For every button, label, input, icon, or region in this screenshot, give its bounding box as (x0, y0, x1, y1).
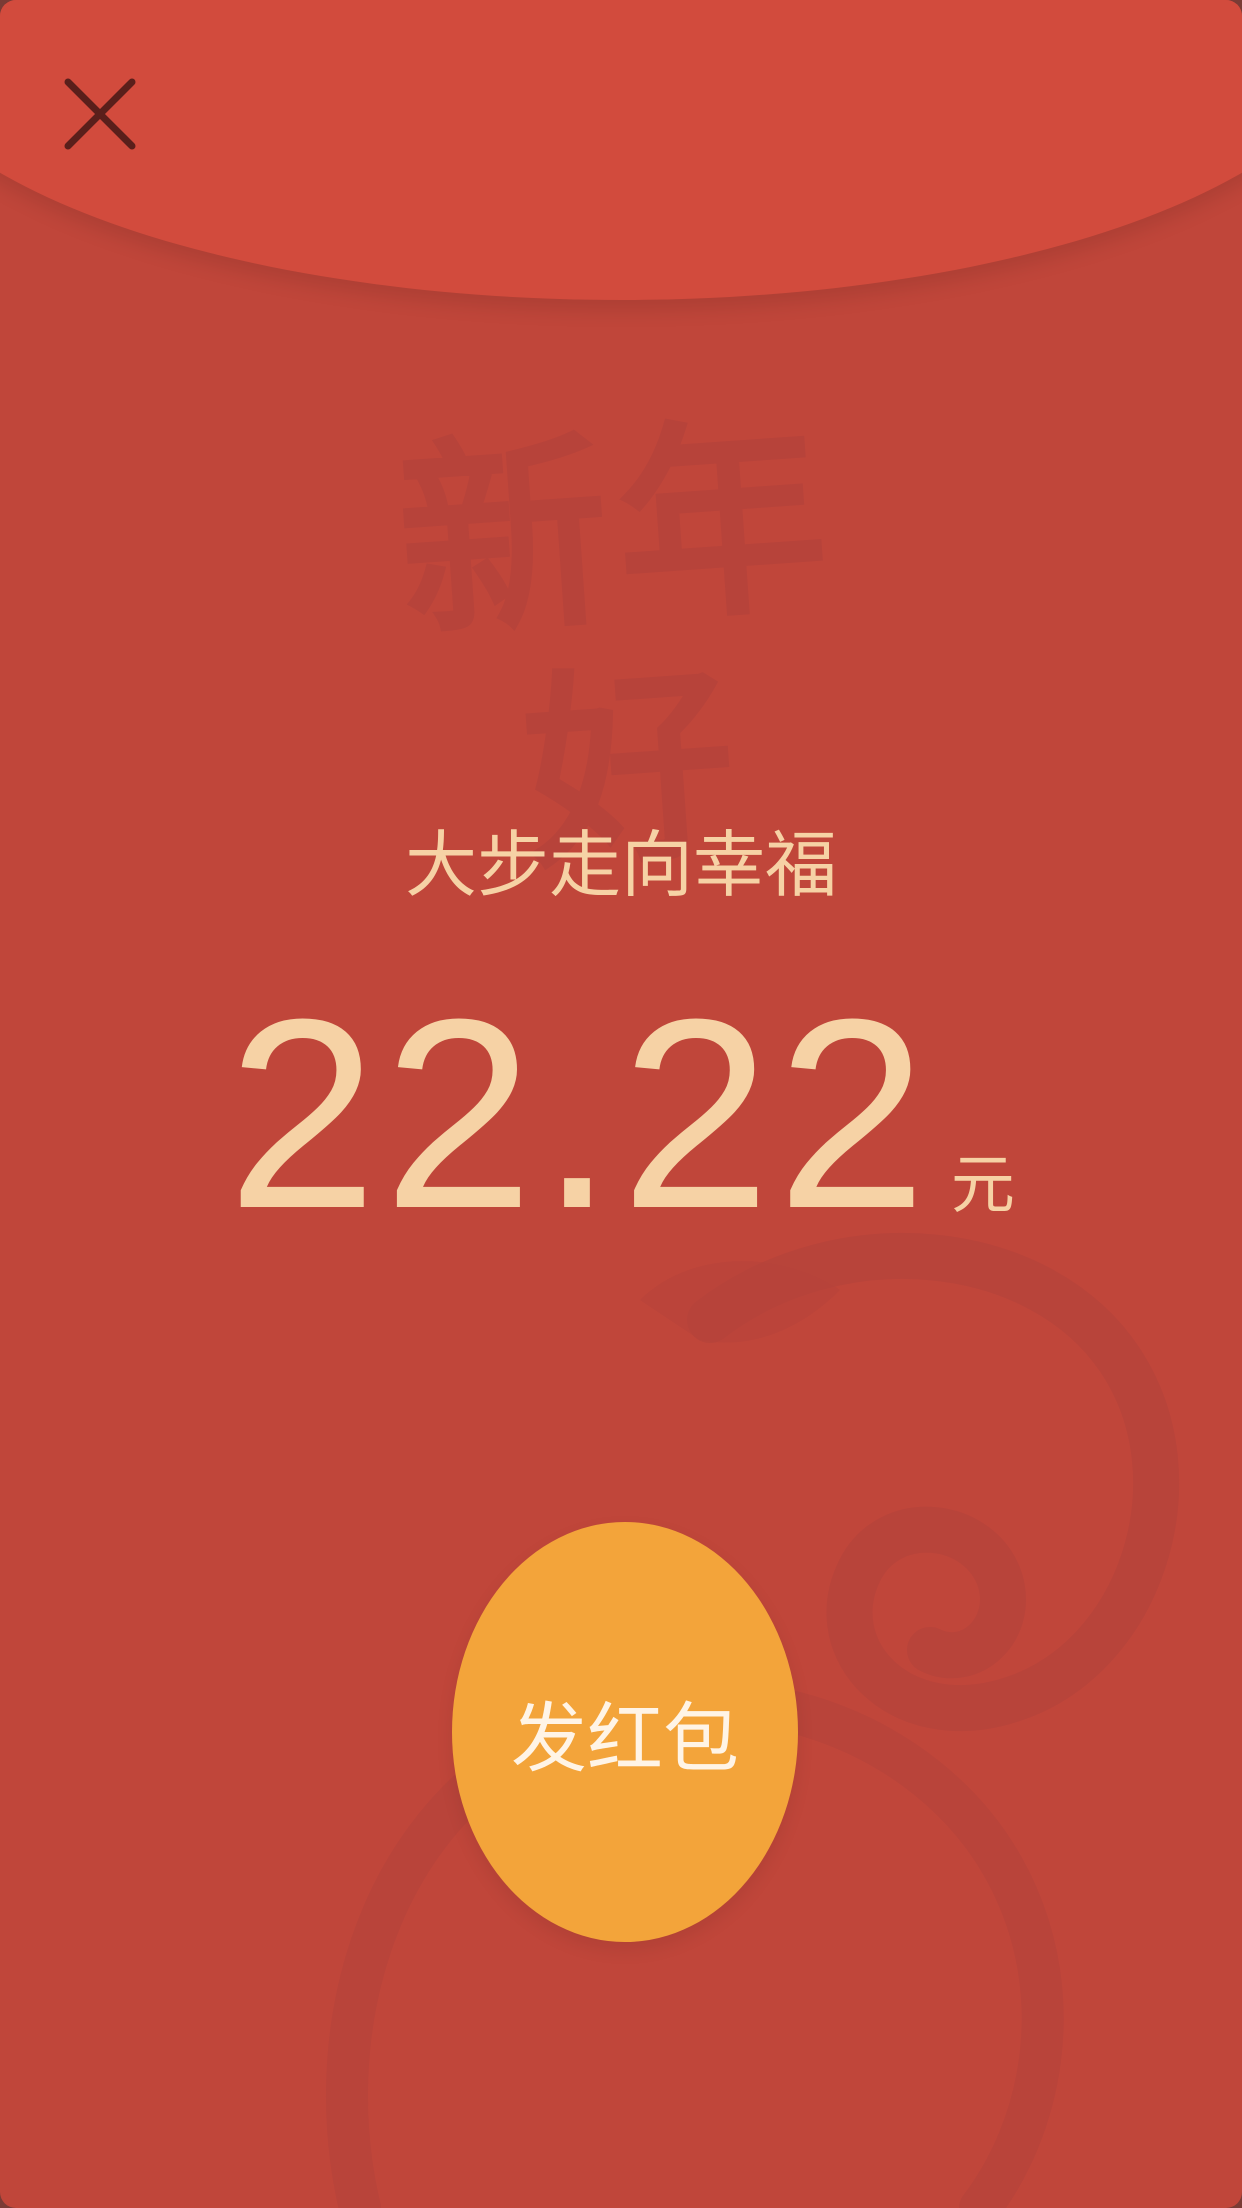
send-red-packet-button[interactable]: 发红包 (452, 1522, 798, 1942)
close-icon (64, 78, 136, 150)
amount-value: 22.22 (227, 964, 933, 1265)
red-envelope: 新年好 大步走向幸福 22.22 元 发红包 (0, 0, 1242, 2208)
close-button[interactable] (58, 72, 142, 156)
envelope-flap (0, 0, 1242, 300)
blessing-message: 大步走向幸福 (404, 823, 837, 907)
send-button-label: 发红包 (511, 1694, 739, 1783)
amount-unit: 元 (950, 1149, 1015, 1223)
amount-row: 22.22 元 (0, 980, 1242, 1250)
